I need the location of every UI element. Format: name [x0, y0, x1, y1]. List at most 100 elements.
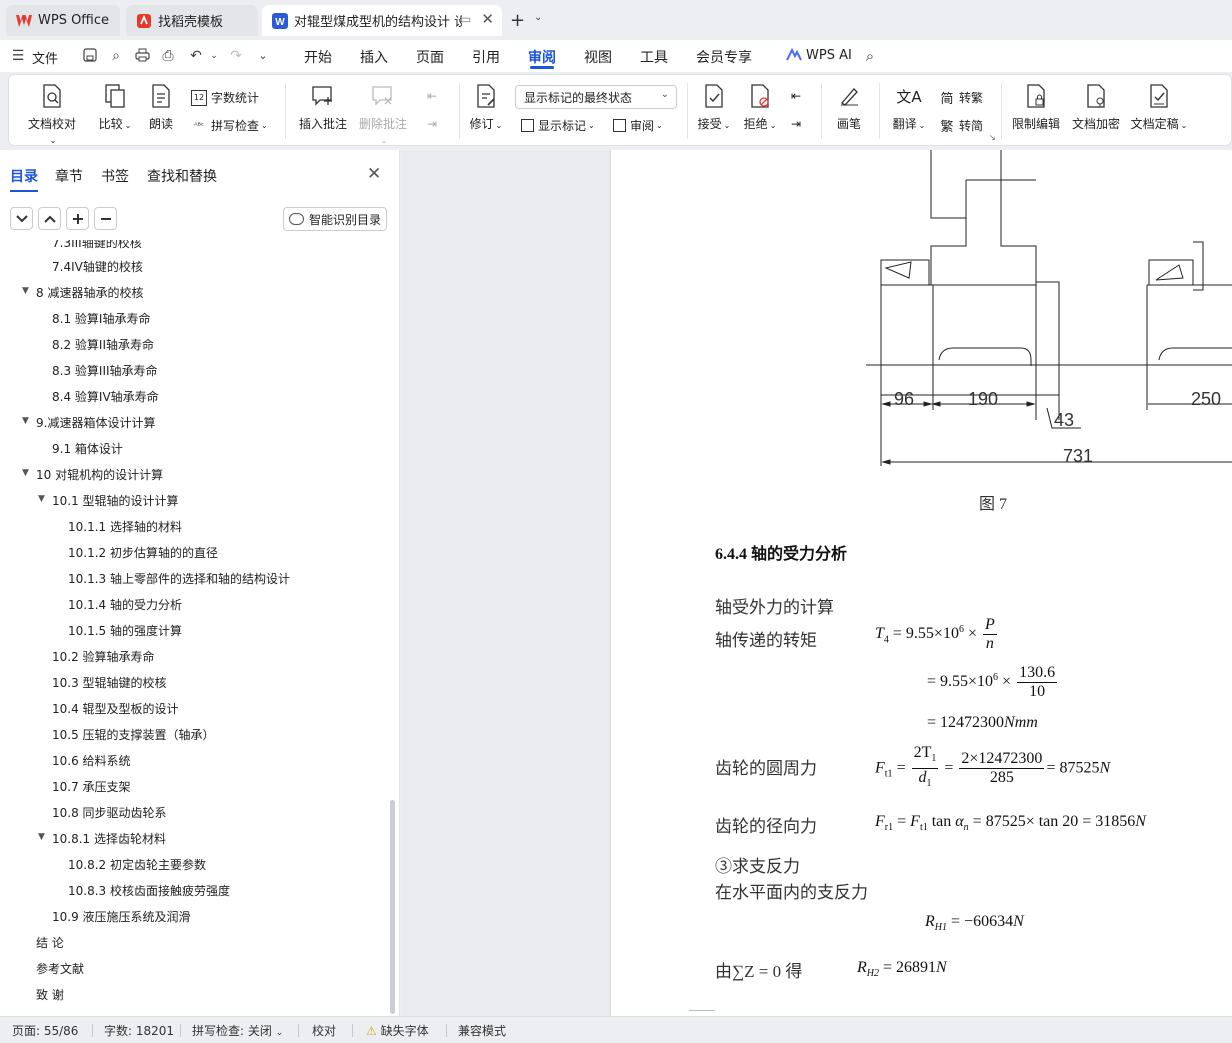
- ribbon-expand-icon[interactable]: ↘: [989, 133, 996, 142]
- chevron-down-icon[interactable]: ⌄: [255, 48, 271, 64]
- toc-item[interactable]: 10.1.3 轴上零部件的选择和轴的结构设计: [68, 570, 290, 587]
- toc-item[interactable]: 8.2 验算II轴承寿命: [52, 336, 154, 353]
- menu-review[interactable]: 审阅: [528, 47, 556, 67]
- smart-toc-button[interactable]: 智能识别目录: [283, 207, 387, 231]
- toc-item[interactable]: 10.1.4 轴的受力分析: [68, 596, 182, 613]
- print-icon[interactable]: [134, 48, 150, 64]
- toc-item[interactable]: 10.1.1 选择轴的材料: [68, 518, 182, 535]
- toc-item[interactable]: 致 谢: [36, 986, 64, 1003]
- show-markup-button[interactable]: 显示标记 ⌄: [521, 117, 595, 134]
- toc-item[interactable]: 10.2 验算轴承寿命: [52, 648, 155, 665]
- hamburger-icon[interactable]: ☰: [10, 48, 26, 64]
- previous-change-icon[interactable]: ⇤: [791, 89, 801, 103]
- toc-item[interactable]: 10 对辊机构的设计计算: [36, 466, 163, 483]
- to-simplified-button[interactable]: 繁 转简: [939, 117, 983, 135]
- chevron-down-icon[interactable]: ⌄: [206, 48, 222, 64]
- toc-item[interactable]: 10.4 辊型及型板的设计: [52, 700, 179, 717]
- menu-page[interactable]: 页面: [416, 47, 444, 67]
- toc-item[interactable]: 7.4IV轴键的校核: [52, 258, 143, 275]
- toc-item[interactable]: 10.9 液压施压系统及润滑: [52, 908, 191, 925]
- expand-arrow-icon[interactable]: ▼: [22, 468, 29, 478]
- missing-font-status[interactable]: ⚠ 缺失字体: [366, 1022, 429, 1039]
- toc-item[interactable]: 8.4 验算IV轴承寿命: [52, 388, 159, 405]
- toc-scrollbar[interactable]: [390, 800, 395, 1014]
- undo-icon[interactable]: ↶: [188, 48, 204, 64]
- menu-reference[interactable]: 引用: [472, 47, 500, 67]
- toc-item[interactable]: 10.3 型辊轴键的校核: [52, 674, 167, 691]
- word-count-button[interactable]: 12 字数统计: [191, 89, 259, 106]
- revise-button[interactable]: 修订 ⌄: [467, 83, 505, 132]
- insert-comment-button[interactable]: 插入批注: [297, 83, 349, 132]
- review-pane-button[interactable]: 审阅 ⌄: [613, 117, 663, 134]
- tab-chapters[interactable]: 章节: [55, 166, 83, 186]
- expand-arrow-icon[interactable]: ▼: [22, 416, 29, 426]
- menu-wps-ai[interactable]: WPS AI: [806, 48, 852, 63]
- page-indicator[interactable]: 页面: 55/86: [12, 1022, 78, 1039]
- save-icon[interactable]: [82, 48, 98, 64]
- add-heading-button[interactable]: [66, 207, 89, 230]
- accept-button[interactable]: 接受 ⌄: [695, 83, 733, 132]
- read-aloud-button[interactable]: 朗读: [145, 83, 177, 132]
- toc-item[interactable]: 10.6 给料系统: [52, 752, 131, 769]
- compare-button[interactable]: 比较 ⌄: [95, 83, 135, 132]
- expand-arrow-icon[interactable]: ▼: [38, 494, 45, 504]
- share-icon[interactable]: ⌕: [108, 48, 124, 64]
- menu-file[interactable]: 文件: [32, 48, 58, 67]
- tab-bookmarks[interactable]: 书签: [101, 166, 129, 186]
- toc-item[interactable]: 10.1.5 轴的强度计算: [68, 622, 182, 639]
- toc-item[interactable]: 10.5 压辊的支撑装置（轴承）: [52, 726, 215, 743]
- toc-item[interactable]: 10.7 承压支架: [52, 778, 131, 795]
- menu-member[interactable]: 会员专享: [696, 47, 752, 67]
- toc-item[interactable]: 7.3III轴键的校核: [52, 240, 142, 251]
- document-page[interactable]: 96 190 43 250 731 图 7 6.4.4 轴的受力分析 轴受外力的…: [610, 150, 1232, 1016]
- close-tab-icon[interactable]: ✕: [481, 10, 494, 28]
- reject-button[interactable]: 拒绝 ⌄: [741, 83, 779, 132]
- chevron-down-icon[interactable]: ⌄: [534, 12, 542, 23]
- expand-arrow-icon[interactable]: ▼: [22, 286, 29, 296]
- proofread-button[interactable]: 文档校对⌄: [27, 83, 77, 146]
- restrict-edit-button[interactable]: 限制编辑: [1009, 83, 1063, 132]
- collapse-all-button[interactable]: [10, 207, 33, 230]
- toc-item[interactable]: 参考文献: [36, 960, 84, 977]
- print-preview-icon[interactable]: ⎙: [160, 48, 176, 64]
- toc-item[interactable]: 9.1 箱体设计: [52, 440, 123, 457]
- spell-check-status[interactable]: 拼写检查: 关闭 ⌄: [192, 1022, 283, 1039]
- finalize-button[interactable]: 文档定稿 ⌄: [1129, 83, 1189, 132]
- tab-template[interactable]: 找稻壳模板: [126, 5, 258, 36]
- menu-tools[interactable]: 工具: [640, 47, 668, 67]
- menu-start[interactable]: 开始: [304, 47, 332, 67]
- toc-item[interactable]: 10.8.3 校核齿面接触疲劳强度: [68, 882, 230, 899]
- expand-up-button[interactable]: [38, 207, 61, 230]
- tab-toc[interactable]: 目录: [10, 166, 38, 186]
- toc-item[interactable]: 10.8.1 选择齿轮材料: [52, 830, 166, 847]
- proof-status[interactable]: 校对: [312, 1022, 336, 1039]
- close-pane-icon[interactable]: ✕: [367, 164, 381, 184]
- toc-item[interactable]: 8.3 验算III轴承寿命: [52, 362, 158, 379]
- toc-item[interactable]: 8 减速器轴承的校核: [36, 284, 143, 301]
- word-count-indicator[interactable]: 字数: 18201: [104, 1022, 174, 1039]
- toc-item[interactable]: 结 论: [36, 934, 64, 951]
- spell-check-button[interactable]: ᴬᴮᶜ 拼写检查 ⌄: [191, 117, 268, 134]
- tab-wps-office[interactable]: WPS Office: [6, 5, 120, 36]
- toc-item[interactable]: 10.1.2 初步估算轴的的直径: [68, 544, 218, 561]
- toc-item[interactable]: 8.1 验算I轴承寿命: [52, 310, 150, 327]
- tab-document[interactable]: W 对辊型煤成型机的结构设计 设 ▭ ✕: [262, 5, 502, 36]
- toc-item[interactable]: 10.8.2 初定齿轮主要参数: [68, 856, 206, 873]
- menu-view[interactable]: 视图: [584, 47, 612, 67]
- expand-arrow-icon[interactable]: ▼: [38, 832, 45, 842]
- to-traditional-button[interactable]: 简 转繁: [939, 89, 983, 107]
- toc-item[interactable]: 10.8 同步驱动齿轮系: [52, 804, 167, 821]
- remove-heading-button[interactable]: [94, 207, 117, 230]
- markup-state-select[interactable]: 显示标记的最终状态 ⌄: [515, 85, 677, 109]
- menu-insert[interactable]: 插入: [360, 47, 388, 67]
- pen-button[interactable]: 画笔: [833, 83, 865, 132]
- monitor-icon[interactable]: ▭: [460, 12, 476, 28]
- new-tab-icon[interactable]: +: [510, 10, 525, 31]
- encrypt-button[interactable]: 文档加密: [1069, 83, 1123, 132]
- toc-item[interactable]: 10.1 型辊轴的设计计算: [52, 492, 179, 509]
- toc-item[interactable]: 9.减速器箱体设计计算: [36, 414, 155, 431]
- tab-find-replace[interactable]: 查找和替换: [147, 166, 217, 186]
- search-icon[interactable]: ⌕: [862, 48, 878, 64]
- translate-button[interactable]: 文A 翻译 ⌄: [889, 83, 929, 132]
- next-change-icon[interactable]: ⇥: [791, 117, 801, 131]
